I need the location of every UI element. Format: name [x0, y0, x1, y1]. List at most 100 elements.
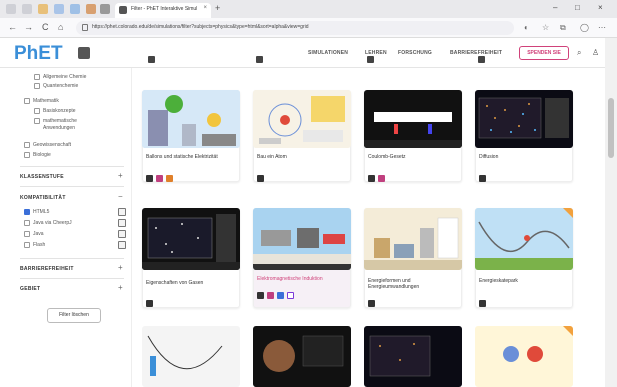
filter-label: Java — [33, 231, 44, 237]
sim-card-energy-forms[interactable]: Energieformen und Energieumwandlungen — [364, 208, 462, 308]
tab-icon[interactable] — [54, 4, 64, 14]
checkbox-flash[interactable] — [24, 242, 30, 248]
sim-card-energy-skate-park[interactable]: Energieskatepark — [475, 208, 573, 308]
sim-card-build-an-atom[interactable]: Bau ein Atom — [253, 90, 351, 182]
description-badge-icon — [287, 292, 294, 299]
tab-icon[interactable] — [38, 4, 48, 14]
sim-thumbnail[interactable] — [475, 326, 573, 387]
sim-card-diffusion[interactable]: Diffusion — [475, 90, 573, 182]
html5-badge-icon — [257, 175, 264, 182]
home-icon[interactable]: ⌂ — [58, 22, 63, 32]
section-accessibility[interactable]: BARRIEREFREIHEIT — [20, 266, 74, 272]
checkbox-basic-concepts[interactable] — [34, 108, 40, 114]
account-icon[interactable]: ♙ — [592, 48, 599, 57]
tab-icon[interactable] — [100, 4, 110, 14]
sim-thumbnail[interactable] — [253, 326, 351, 387]
nav-accessibility[interactable]: BARRIEREFREIHEIT — [450, 50, 502, 56]
clear-filters-button[interactable]: Filter löschen — [47, 308, 101, 323]
expand-grade-icon[interactable]: + — [118, 171, 123, 180]
checkbox-math[interactable] — [24, 98, 30, 104]
checkbox-general-chemistry[interactable] — [34, 74, 40, 80]
platform-badge-icon — [367, 56, 374, 63]
sim-title[interactable]: Coulomb-Gesetz — [368, 154, 458, 160]
favorite-icon[interactable]: ☆ — [542, 23, 549, 32]
filter-label: Basiskonzepte — [43, 108, 76, 114]
cheerpj-icon — [118, 219, 126, 227]
sim-title[interactable]: Ballons und statische Elektrizität — [146, 154, 236, 160]
expand-area-icon[interactable]: + — [118, 283, 123, 292]
section-grade-level[interactable]: KLASSENSTUFE — [20, 174, 64, 180]
nav-simulations[interactable]: SIMULATIONEN — [308, 50, 348, 56]
page-scrollbar[interactable] — [605, 38, 617, 387]
filter-label: Quantenchemie — [43, 83, 79, 89]
html5-badge-icon — [368, 175, 375, 182]
html5-badge-icon — [146, 300, 153, 307]
java-icon — [118, 230, 126, 238]
sim-card-em-induction[interactable]: Elektromagnetische Induktion — [253, 208, 351, 308]
sim-title[interactable]: Eigenschaften von Gasen — [146, 280, 236, 286]
sim-title[interactable]: Energieformen und Energieumwandlungen — [368, 278, 458, 290]
profile-icon[interactable]: ◯ — [580, 23, 589, 32]
sim-thumbnail[interactable] — [364, 90, 462, 148]
nav-research[interactable]: FORSCHUNG — [398, 50, 432, 56]
sim-title[interactable]: Elektromagnetische Induktion — [257, 276, 347, 282]
donate-button[interactable]: SPENDEN SIE — [519, 46, 569, 60]
platform-badge-icon — [148, 56, 155, 63]
checkbox-quantum-chemistry[interactable] — [34, 83, 40, 89]
sidebar-toggle-icon[interactable] — [6, 4, 16, 14]
site-header: PhET SIMULATIONEN LEHREN FORSCHUNG BARRI… — [0, 38, 605, 68]
checkbox-math-applications[interactable] — [34, 118, 40, 124]
html5-badge-icon — [368, 300, 375, 307]
tab-close-icon[interactable]: × — [203, 5, 207, 11]
divider — [20, 186, 124, 187]
sim-thumbnail[interactable] — [253, 208, 351, 270]
sim-title[interactable]: Bau ein Atom — [257, 154, 347, 160]
expand-accessibility-icon[interactable]: + — [118, 263, 123, 272]
sim-thumbnail[interactable] — [253, 90, 351, 148]
tab-icon[interactable] — [22, 4, 32, 14]
divider — [20, 278, 124, 279]
address-bar[interactable]: https://phet.colorado.edu/de/simulations… — [76, 21, 514, 35]
section-compatibility[interactable]: KOMPATIBILITÄT — [20, 195, 66, 201]
sim-thumbnail[interactable] — [475, 90, 573, 148]
sim-thumbnail[interactable] — [142, 90, 240, 148]
collapse-compat-icon[interactable]: − — [118, 192, 123, 201]
extensions-icon[interactable]: ⧉ — [560, 23, 566, 33]
reader-icon[interactable]: ◐ — [524, 23, 529, 32]
html5-badge-icon — [479, 300, 486, 307]
sim-thumbnail[interactable] — [475, 208, 573, 270]
checkbox-earth-science[interactable] — [24, 142, 30, 148]
close-window-icon[interactable]: × — [598, 3, 603, 12]
search-icon[interactable]: ⌕ — [577, 48, 581, 58]
sim-thumbnail[interactable] — [142, 326, 240, 387]
checkbox-java[interactable] — [24, 231, 30, 237]
new-tab-button[interactable]: + — [215, 3, 220, 13]
forward-icon[interactable]: → — [24, 22, 33, 32]
minimize-icon[interactable]: – — [553, 3, 557, 12]
cu-logo-icon — [78, 47, 90, 59]
sim-title[interactable]: Diffusion — [479, 154, 569, 160]
checkbox-html5[interactable] — [24, 209, 30, 215]
filter-label: Java via CheerpJ — [33, 220, 72, 226]
sim-card-balloons[interactable]: Ballons und statische Elektrizität — [142, 90, 240, 182]
tab-icon[interactable] — [70, 4, 80, 14]
maximize-icon[interactable]: □ — [575, 3, 580, 12]
html5-badge-icon — [146, 175, 153, 182]
sim-thumbnail[interactable] — [364, 208, 462, 270]
sim-thumbnail[interactable] — [142, 208, 240, 270]
sim-thumbnail[interactable] — [364, 326, 462, 387]
sim-card-coulombs-law[interactable]: Coulomb-Gesetz — [364, 90, 462, 182]
checkbox-biology[interactable] — [24, 152, 30, 158]
checkbox-java-cheerpj[interactable] — [24, 220, 30, 226]
menu-icon[interactable]: ⋯ — [598, 23, 606, 32]
scrollbar-thumb[interactable] — [608, 98, 614, 158]
active-tab[interactable]: Filter - PhET Interaktive Simulati × — [115, 3, 211, 18]
tab-icon[interactable] — [86, 4, 96, 14]
back-icon[interactable]: ← — [8, 22, 17, 32]
section-area[interactable]: GEBIET — [20, 286, 40, 292]
sim-title[interactable]: Energieskatepark — [479, 278, 569, 284]
filter-sidebar: Allgemeine Chemie Quantenchemie Mathemat… — [0, 68, 132, 387]
reload-icon[interactable]: C — [42, 22, 49, 32]
sim-card-gas-properties[interactable]: Eigenschaften von Gasen — [142, 208, 240, 308]
phet-logo[interactable]: PhET — [14, 43, 63, 65]
